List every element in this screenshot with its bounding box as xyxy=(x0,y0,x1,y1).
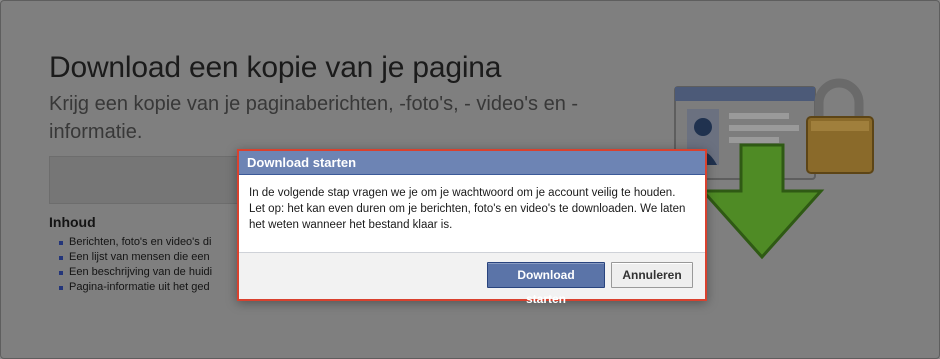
page-background: Download een kopie van je pagina Krijg e… xyxy=(0,0,940,359)
page-subtitle: Krijg een kopie van je paginaberichten, … xyxy=(49,93,579,143)
list-item: Berichten, foto's en video's di xyxy=(59,235,239,250)
dialog-body: In de volgende stap vragen we je om je w… xyxy=(239,175,705,253)
contents-heading: Inhoud xyxy=(49,214,96,230)
list-item: Pagina-informatie uit het ged xyxy=(59,280,239,295)
page-title: Download een kopie van je pagina xyxy=(49,51,502,84)
dialog-footer: Download starten Annuleren xyxy=(239,253,705,306)
list-item: Een lijst van mensen die een xyxy=(59,250,239,265)
download-panel xyxy=(49,156,239,204)
list-item: Een beschrijving van de huidi xyxy=(59,265,239,280)
contents-list: Berichten, foto's en video's di Een lijs… xyxy=(59,235,239,295)
cancel-button[interactable]: Annuleren xyxy=(611,262,693,288)
dialog-title: Download starten xyxy=(239,151,705,175)
padlock-icon xyxy=(806,78,874,174)
download-dialog: Download starten In de volgende stap vra… xyxy=(237,149,707,306)
download-start-button[interactable]: Download starten xyxy=(487,262,605,306)
